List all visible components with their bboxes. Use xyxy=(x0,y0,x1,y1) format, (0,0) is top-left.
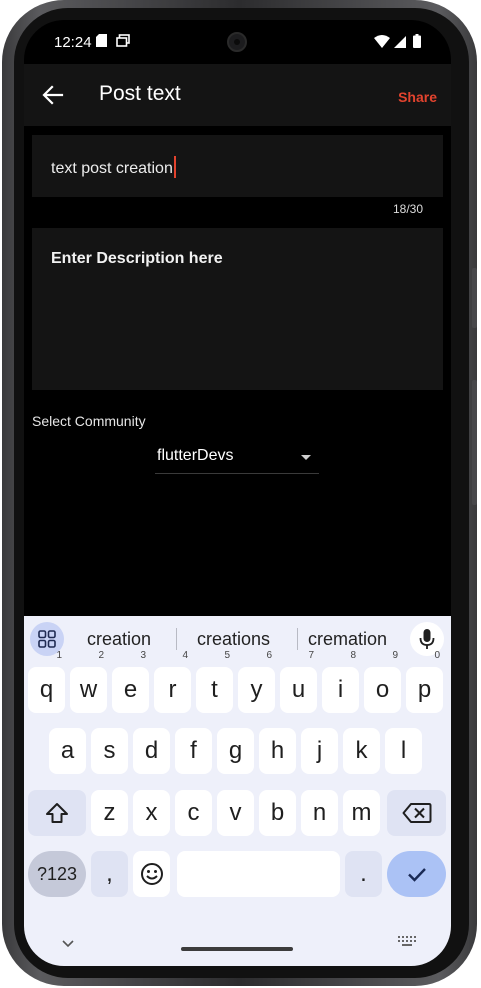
symbols-key[interactable]: ?123 xyxy=(28,851,86,897)
description-placeholder: Enter Description here xyxy=(51,250,223,267)
share-button[interactable]: Share xyxy=(398,89,437,105)
sd-card-icon xyxy=(96,34,107,51)
screenshot-icon xyxy=(116,34,130,51)
emoji-key[interactable] xyxy=(133,851,170,897)
signal-icon xyxy=(394,35,406,52)
key-z[interactable]: z xyxy=(91,790,128,836)
checkmark-icon xyxy=(407,868,426,882)
status-time: 12:24 xyxy=(54,34,92,51)
space-key[interactable] xyxy=(177,851,340,897)
suggestion-item[interactable]: cremation xyxy=(308,629,387,650)
comma-key[interactable]: , xyxy=(91,851,128,897)
front-camera xyxy=(227,32,247,52)
key-w[interactable]: w2 xyxy=(70,651,107,713)
community-dropdown[interactable]: flutterDevs xyxy=(155,443,319,474)
key-n[interactable]: n xyxy=(301,790,338,836)
key-l[interactable]: l xyxy=(385,728,422,774)
key-c[interactable]: c xyxy=(175,790,212,836)
dropdown-arrow-icon xyxy=(301,455,311,460)
key-t[interactable]: t5 xyxy=(196,651,233,713)
wifi-icon xyxy=(374,35,390,52)
key-d[interactable]: d xyxy=(133,728,170,774)
key-f[interactable]: f xyxy=(175,728,212,774)
done-key[interactable] xyxy=(387,851,446,897)
key-g[interactable]: g xyxy=(217,728,254,774)
page-title: Post text xyxy=(99,82,181,105)
key-b[interactable]: b xyxy=(259,790,296,836)
key-s[interactable]: s xyxy=(91,728,128,774)
post-title-input[interactable]: text post creation xyxy=(32,135,443,197)
emoji-icon xyxy=(140,863,163,885)
key-o[interactable]: o9 xyxy=(364,651,401,713)
app-bar: Post text Share xyxy=(24,64,451,126)
description-input[interactable]: Enter Description here xyxy=(32,228,443,390)
key-j[interactable]: j xyxy=(301,728,338,774)
home-indicator[interactable] xyxy=(181,947,293,951)
keyboard-switch-icon[interactable] xyxy=(398,933,416,951)
back-arrow-icon[interactable] xyxy=(42,84,64,106)
shift-icon xyxy=(46,803,68,823)
community-label: Select Community xyxy=(32,413,146,429)
backspace-icon xyxy=(402,803,431,823)
key-v[interactable]: v xyxy=(217,790,254,836)
key-a[interactable]: a xyxy=(49,728,86,774)
suggestion-item[interactable]: creation xyxy=(87,629,151,650)
key-r[interactable]: r4 xyxy=(154,651,191,713)
key-x[interactable]: x xyxy=(133,790,170,836)
battery-icon xyxy=(413,34,421,52)
text-cursor xyxy=(173,156,176,178)
community-selected-value: flutterDevs xyxy=(157,447,234,464)
suggestion-divider xyxy=(176,628,177,650)
suggestion-divider xyxy=(297,628,298,650)
key-u[interactable]: u7 xyxy=(280,651,317,713)
power-button xyxy=(472,380,477,505)
post-title-value: text post creation xyxy=(51,156,176,178)
character-counter: 18/30 xyxy=(392,202,423,216)
status-bar: 12:24 xyxy=(24,20,451,64)
soft-keyboard: creation creations cremation q1 w2 e3 r4… xyxy=(24,616,451,966)
volume-button xyxy=(472,268,477,328)
key-p[interactable]: p0 xyxy=(406,651,443,713)
screen: 12:24 Post text Share text post creation… xyxy=(24,20,451,966)
hide-keyboard-icon[interactable] xyxy=(62,935,74,953)
key-q[interactable]: q1 xyxy=(28,651,65,713)
key-y[interactable]: y6 xyxy=(238,651,275,713)
key-h[interactable]: h xyxy=(259,728,296,774)
period-key[interactable]: . xyxy=(345,851,382,897)
suggestion-item[interactable]: creations xyxy=(197,629,270,650)
shift-key[interactable] xyxy=(28,790,86,836)
key-m[interactable]: m xyxy=(343,790,380,836)
key-e[interactable]: e3 xyxy=(112,651,149,713)
backspace-key[interactable] xyxy=(387,790,446,836)
key-i[interactable]: i8 xyxy=(322,651,359,713)
suggestion-strip: creation creations cremation xyxy=(24,616,451,660)
navigation-bar xyxy=(24,921,451,966)
key-k[interactable]: k xyxy=(343,728,380,774)
